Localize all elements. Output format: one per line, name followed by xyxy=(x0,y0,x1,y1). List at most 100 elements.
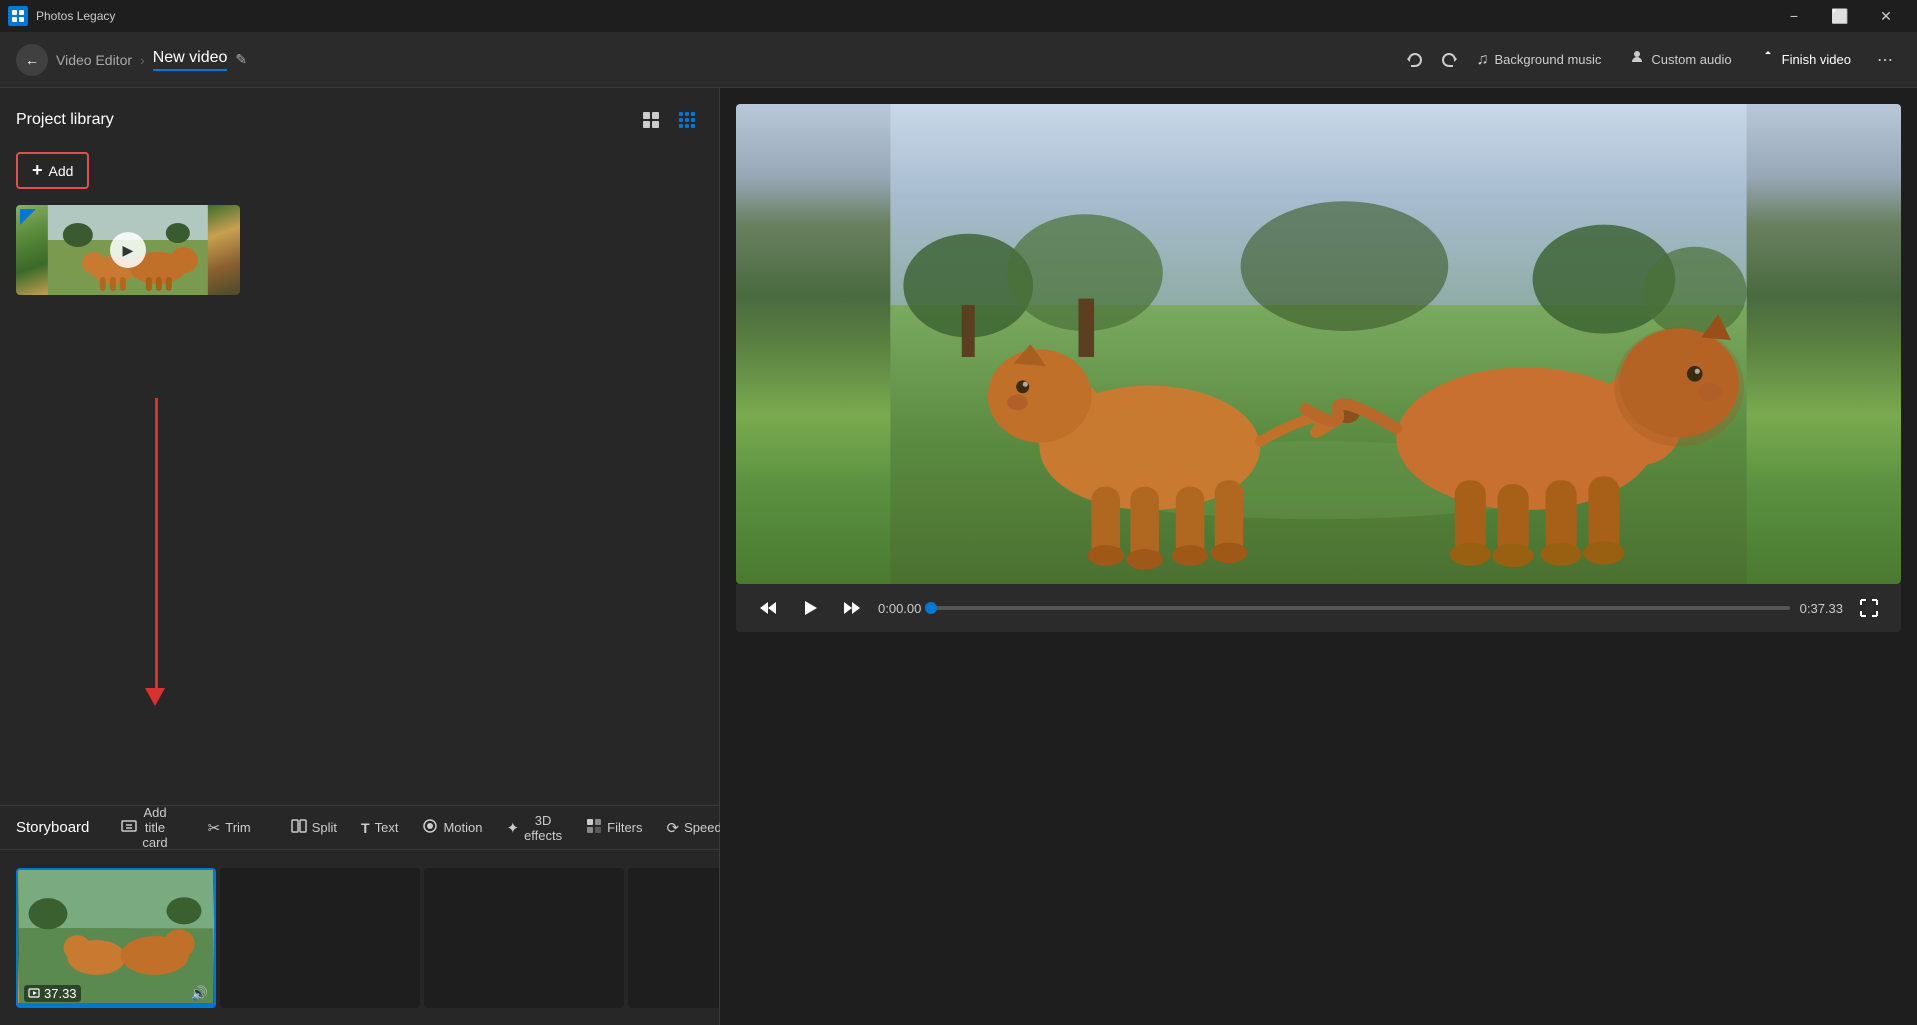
storyboard-header: Storyboard Add title card ✂ Trim xyxy=(0,806,719,850)
trim-icon: ✂ xyxy=(208,819,221,837)
media-thumbnail: ▶ xyxy=(16,205,240,295)
motion-button[interactable]: Motion xyxy=(414,814,490,842)
finish-video-button[interactable]: Finish video xyxy=(1750,43,1861,76)
play-pause-button[interactable] xyxy=(794,592,826,624)
clip-info: 37.33 🔊 xyxy=(24,985,208,1002)
storyboard-items-list: 37.33 🔊 xyxy=(0,850,719,1025)
titlebar-left: Photos Legacy xyxy=(8,6,115,26)
video-controls: 0:00.00 0:37.33 xyxy=(736,584,1901,632)
speed-button[interactable]: ⟳ Speed xyxy=(659,815,730,841)
trim-label: Trim xyxy=(225,820,251,835)
more-icon: ⋯ xyxy=(1877,50,1893,70)
undo-redo-group xyxy=(1398,44,1466,76)
split-icon xyxy=(291,818,307,838)
bg-music-label: Background music xyxy=(1494,52,1601,67)
total-time: 0:37.33 xyxy=(1800,601,1843,616)
titlebar: Photos Legacy − ⬜ ✕ xyxy=(0,0,1917,32)
text-label: Text xyxy=(375,820,399,835)
filters-label: Filters xyxy=(607,820,642,835)
add-title-card-icon xyxy=(121,818,137,838)
small-grid-button[interactable] xyxy=(671,104,703,136)
add-label: Add xyxy=(49,163,74,179)
3d-effects-button[interactable]: ✦ 3D effects xyxy=(498,809,570,847)
fullscreen-button[interactable] xyxy=(1853,592,1885,624)
clip-progress-bar xyxy=(18,1003,214,1006)
storyboard-title: Storyboard xyxy=(16,819,89,836)
play-button-overlay[interactable]: ▶ xyxy=(110,232,146,268)
redo-button[interactable] xyxy=(1434,44,1466,76)
duration-value: 37.33 xyxy=(44,986,77,1001)
audio-indicator: 🔊 xyxy=(191,985,208,1002)
breadcrumb-separator: › xyxy=(140,52,145,68)
app-icon xyxy=(8,6,28,26)
storyboard-empty-1 xyxy=(220,868,420,1008)
finish-video-label: Finish video xyxy=(1782,52,1851,67)
breadcrumb-parent[interactable]: Video Editor xyxy=(56,52,132,68)
project-library-title: Project library xyxy=(16,111,114,129)
project-library-header: Project library xyxy=(16,104,703,136)
storyboard-empty-3 xyxy=(628,868,719,1008)
breadcrumb: Video Editor › New video xyxy=(56,49,227,71)
motion-label: Motion xyxy=(443,820,482,835)
motion-icon xyxy=(422,818,438,838)
maximize-button[interactable]: ⬜ xyxy=(1817,0,1863,32)
large-grid-button[interactable] xyxy=(635,104,667,136)
current-title: New video xyxy=(153,49,228,71)
current-time: 0:00.00 xyxy=(878,601,921,616)
filters-icon xyxy=(586,818,602,838)
left-panel: Project library xyxy=(0,88,720,1025)
text-button[interactable]: T Text xyxy=(353,816,406,840)
trim-button[interactable]: ✂ Trim xyxy=(200,815,259,841)
rewind-icon xyxy=(758,598,778,618)
3d-effects-label: 3D effects xyxy=(524,813,562,843)
back-icon: ← xyxy=(25,52,39,68)
view-controls xyxy=(635,104,703,136)
add-button[interactable]: + Add xyxy=(16,152,89,189)
video-preview xyxy=(736,104,1901,584)
clip-duration: 37.33 xyxy=(24,985,81,1002)
undo-button[interactable] xyxy=(1398,44,1430,76)
appbar: ← Video Editor › New video ✎ ♫ Backgroun… xyxy=(0,32,1917,88)
project-library: Project library xyxy=(0,88,719,805)
speed-icon: ⟳ xyxy=(667,819,680,837)
more-options-button[interactable]: ⋯ xyxy=(1869,44,1901,76)
media-item[interactable]: ▶ xyxy=(16,205,240,295)
custom-audio-icon xyxy=(1629,49,1645,70)
appbar-actions: ♫ Background music Custom audio Finish v… xyxy=(1466,43,1901,76)
video-main-scene xyxy=(736,104,1901,584)
bg-music-icon: ♫ xyxy=(1476,51,1488,69)
add-title-card-label: Add title card xyxy=(142,805,167,850)
filters-button[interactable]: Filters xyxy=(578,814,650,842)
fullscreen-icon xyxy=(1860,599,1878,617)
finish-video-icon xyxy=(1760,49,1776,70)
play-icon xyxy=(800,598,820,618)
custom-audio-label: Custom audio xyxy=(1651,52,1731,67)
speed-label: Speed xyxy=(684,820,722,835)
video-progress-bar[interactable] xyxy=(931,606,1789,610)
rewind-button[interactable] xyxy=(752,592,784,624)
close-button[interactable]: ✕ xyxy=(1863,0,1909,32)
minimize-button[interactable]: − xyxy=(1771,0,1817,32)
edit-title-icon[interactable]: ✎ xyxy=(235,51,247,68)
progress-thumb xyxy=(925,602,937,614)
storyboard: Storyboard Add title card ✂ Trim xyxy=(0,805,719,1025)
split-label: Split xyxy=(312,820,337,835)
forward-icon xyxy=(842,598,862,618)
back-button[interactable]: ← xyxy=(16,44,48,76)
add-plus-icon: + xyxy=(32,160,43,181)
bg-music-button[interactable]: ♫ Background music xyxy=(1466,45,1611,75)
storyboard-empty-2 xyxy=(424,868,624,1008)
drag-arrow xyxy=(153,398,165,706)
custom-audio-button[interactable]: Custom audio xyxy=(1619,43,1741,76)
main-content: Project library xyxy=(0,88,1917,1025)
clip-progress-track xyxy=(18,1003,214,1006)
add-title-card-button[interactable]: Add title card xyxy=(113,801,175,854)
forward-button[interactable] xyxy=(836,592,868,624)
storyboard-clip-1[interactable]: 37.33 🔊 xyxy=(16,868,216,1008)
right-panel: 0:00.00 0:37.33 xyxy=(720,88,1917,1025)
titlebar-controls: − ⬜ ✕ xyxy=(1771,0,1909,32)
text-icon: T xyxy=(361,820,370,836)
split-button[interactable]: Split xyxy=(283,814,345,842)
media-grid: ▶ xyxy=(16,205,703,295)
3d-effects-icon: ✦ xyxy=(506,819,519,837)
